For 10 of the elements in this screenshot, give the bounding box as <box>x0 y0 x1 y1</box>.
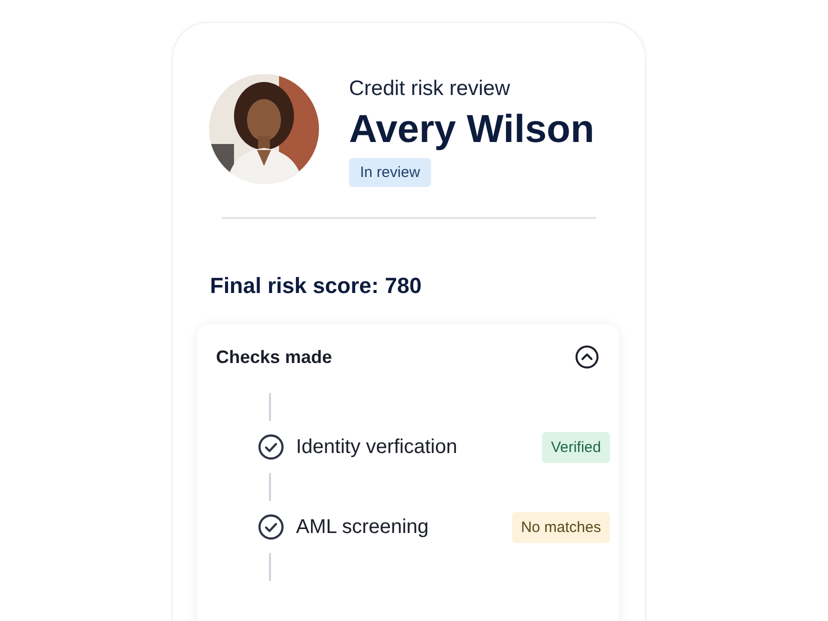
result-badge: Verified <box>542 432 610 462</box>
risk-score: Final risk score: 780 <box>210 273 422 299</box>
result-badge: No matches <box>512 512 610 542</box>
review-title: Credit risk review <box>349 76 510 102</box>
collapse-button[interactable] <box>575 345 599 369</box>
check-label: AML screening <box>296 516 430 538</box>
check-label: Identity verfication <box>296 436 458 458</box>
applicant-name: Avery Wilson <box>349 107 594 153</box>
status-badge: In review <box>349 158 432 187</box>
checks-title: Checks made <box>216 346 332 368</box>
